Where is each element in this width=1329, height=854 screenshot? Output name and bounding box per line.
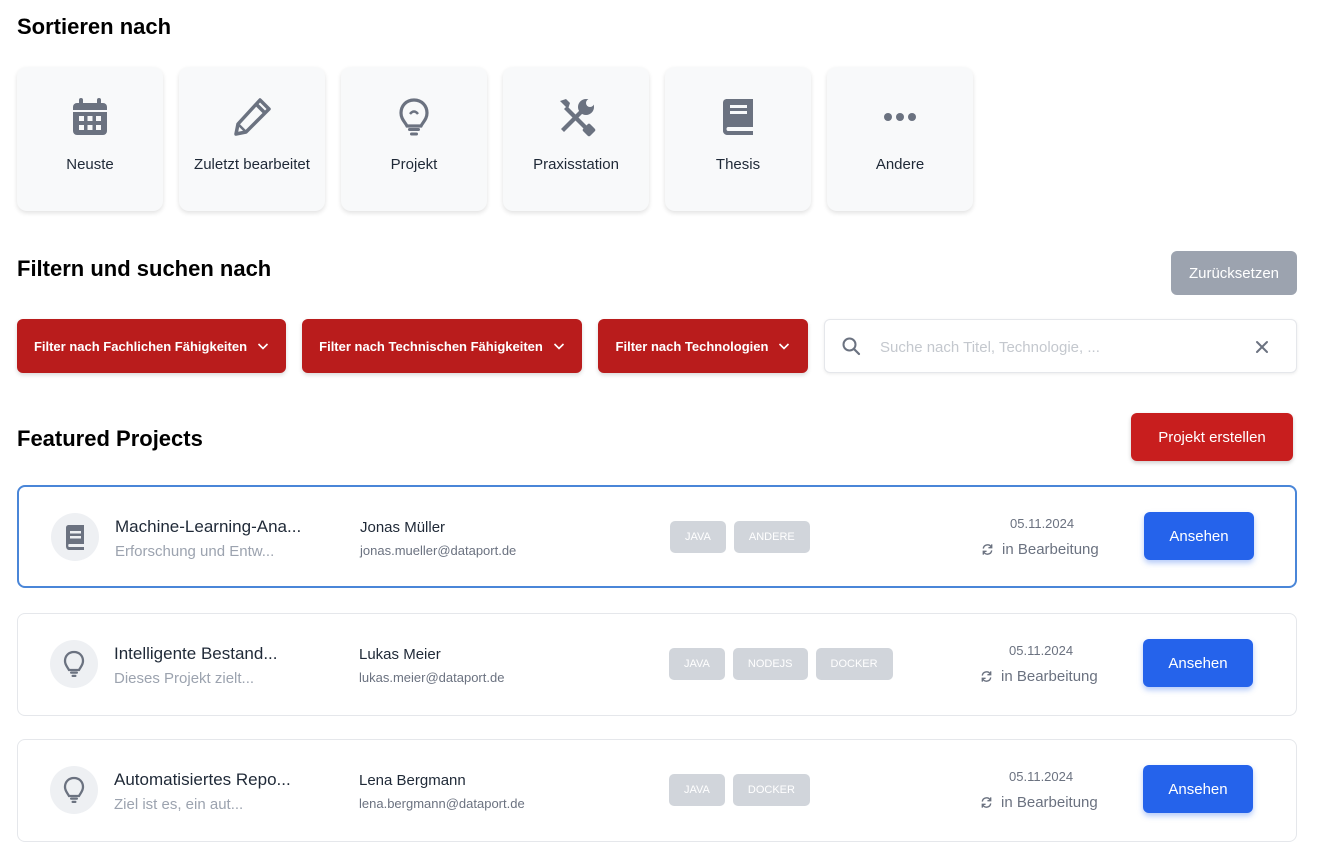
- project-description: Erforschung und Entw...: [115, 543, 275, 560]
- sort-option-projekt[interactable]: Projekt: [341, 67, 487, 211]
- lightbulb-icon: [63, 650, 85, 677]
- project-owner-email: jonas.mueller@dataport.de: [360, 543, 517, 558]
- status-label: in Bearbeitung: [1001, 794, 1098, 811]
- sort-option-label: Projekt: [390, 156, 438, 173]
- project-title: Automatisiertes Repo...: [114, 770, 291, 789]
- project-tags: JAVA NODEJS DOCKER: [669, 648, 893, 680]
- project-status: in Bearbeitung: [980, 668, 1098, 685]
- project-date: 05.11.2024: [1009, 769, 1074, 784]
- tag: DOCKER: [732, 774, 810, 806]
- tag: JAVA: [670, 521, 726, 553]
- filter-button-label: Filter nach Fachlichen Fähigkeiten: [33, 338, 248, 354]
- view-project-button[interactable]: Ansehen: [1144, 512, 1254, 560]
- project-owner-name: Lena Bergmann: [359, 772, 466, 789]
- project-owner-name: Lukas Meier: [359, 646, 441, 663]
- project-date: 05.11.2024: [1010, 516, 1075, 531]
- search-icon: [842, 337, 861, 356]
- tag: ANDERE: [733, 521, 810, 553]
- filter-technical-skills-dropdown[interactable]: Filter nach Technischen Fähigkeiten: [302, 319, 582, 373]
- book-icon: [718, 97, 758, 137]
- tools-icon: [556, 97, 596, 137]
- project-avatar: [51, 513, 99, 561]
- search-bar: [824, 319, 1297, 373]
- project-tags: JAVA ANDERE: [670, 521, 810, 553]
- project-status: in Bearbeitung: [980, 794, 1098, 811]
- project-status: in Bearbeitung: [981, 541, 1099, 558]
- filter-professional-skills-dropdown[interactable]: Filter nach Fachlichen Fähigkeiten: [17, 319, 286, 373]
- pencil-icon: [232, 97, 272, 137]
- project-row[interactable]: Intelligente Bestand... Dieses Projekt z…: [17, 613, 1297, 716]
- sort-option-label: Zuletzt bearbeitet: [194, 156, 310, 173]
- project-owner-email: lena.bergmann@dataport.de: [359, 796, 525, 811]
- chevron-down-icon: [257, 343, 269, 350]
- project-description: Dieses Projekt zielt...: [114, 670, 255, 687]
- lightbulb-icon: [63, 776, 85, 803]
- refresh-icon: [982, 544, 993, 555]
- filter-heading: Filtern und suchen nach: [17, 256, 272, 281]
- sort-option-label: Neuste: [66, 156, 114, 173]
- project-row[interactable]: Machine-Learning-Ana... Erforschung und …: [17, 485, 1297, 588]
- reset-button[interactable]: Zurücksetzen: [1171, 251, 1297, 295]
- create-project-button[interactable]: Projekt erstellen: [1131, 413, 1293, 461]
- sort-option-andere[interactable]: Andere: [827, 67, 973, 211]
- tag: JAVA: [669, 648, 725, 680]
- book-icon: [66, 525, 84, 550]
- ellipsis-icon: [880, 97, 920, 137]
- sort-heading: Sortieren nach: [17, 14, 172, 39]
- project-row[interactable]: Automatisiertes Repo... Ziel ist es, ein…: [17, 739, 1297, 842]
- filter-technologies-dropdown[interactable]: Filter nach Technologien: [598, 319, 808, 373]
- project-avatar: [50, 640, 98, 688]
- close-icon[interactable]: [1254, 339, 1270, 355]
- sort-option-label: Thesis: [715, 156, 761, 173]
- chevron-down-icon: [779, 343, 790, 350]
- sort-option-zuletzt-bearbeitet[interactable]: Zuletzt bearbeitet: [179, 67, 325, 211]
- view-project-button[interactable]: Ansehen: [1143, 765, 1253, 813]
- project-owner-name: Jonas Müller: [360, 519, 446, 536]
- tag: JAVA: [669, 774, 725, 806]
- filter-button-label: Filter nach Technologien: [615, 338, 769, 354]
- project-date: 05.11.2024: [1009, 643, 1074, 658]
- sort-option-label: Andere: [875, 156, 925, 173]
- view-project-button[interactable]: Ansehen: [1143, 639, 1253, 687]
- status-label: in Bearbeitung: [1001, 668, 1098, 685]
- search-input[interactable]: [880, 334, 1240, 360]
- refresh-icon: [981, 671, 992, 682]
- tag: DOCKER: [815, 648, 893, 680]
- project-description: Ziel ist es, ein aut...: [114, 796, 244, 813]
- project-avatar: [50, 766, 98, 814]
- status-label: in Bearbeitung: [1002, 541, 1099, 558]
- lightbulb-icon: [394, 97, 434, 137]
- filter-button-label: Filter nach Technischen Fähigkeiten: [319, 338, 543, 354]
- calendar-icon: [70, 97, 110, 137]
- sort-option-praxisstation[interactable]: Praxisstation: [503, 67, 649, 211]
- project-tags: JAVA DOCKER: [669, 774, 810, 806]
- project-title: Machine-Learning-Ana...: [115, 517, 302, 536]
- refresh-icon: [981, 797, 992, 808]
- sort-options: Neuste Zuletzt bearbeitet Projekt Praxis…: [17, 67, 973, 211]
- chevron-down-icon: [553, 343, 564, 350]
- project-title: Intelligente Bestand...: [114, 644, 278, 663]
- sort-option-label: Praxisstation: [533, 156, 619, 173]
- tag: NODEJS: [732, 648, 808, 680]
- project-owner-email: lukas.meier@dataport.de: [359, 670, 505, 685]
- sort-option-neuste[interactable]: Neuste: [17, 67, 163, 211]
- sort-option-thesis[interactable]: Thesis: [665, 67, 811, 211]
- featured-heading: Featured Projects: [17, 426, 203, 451]
